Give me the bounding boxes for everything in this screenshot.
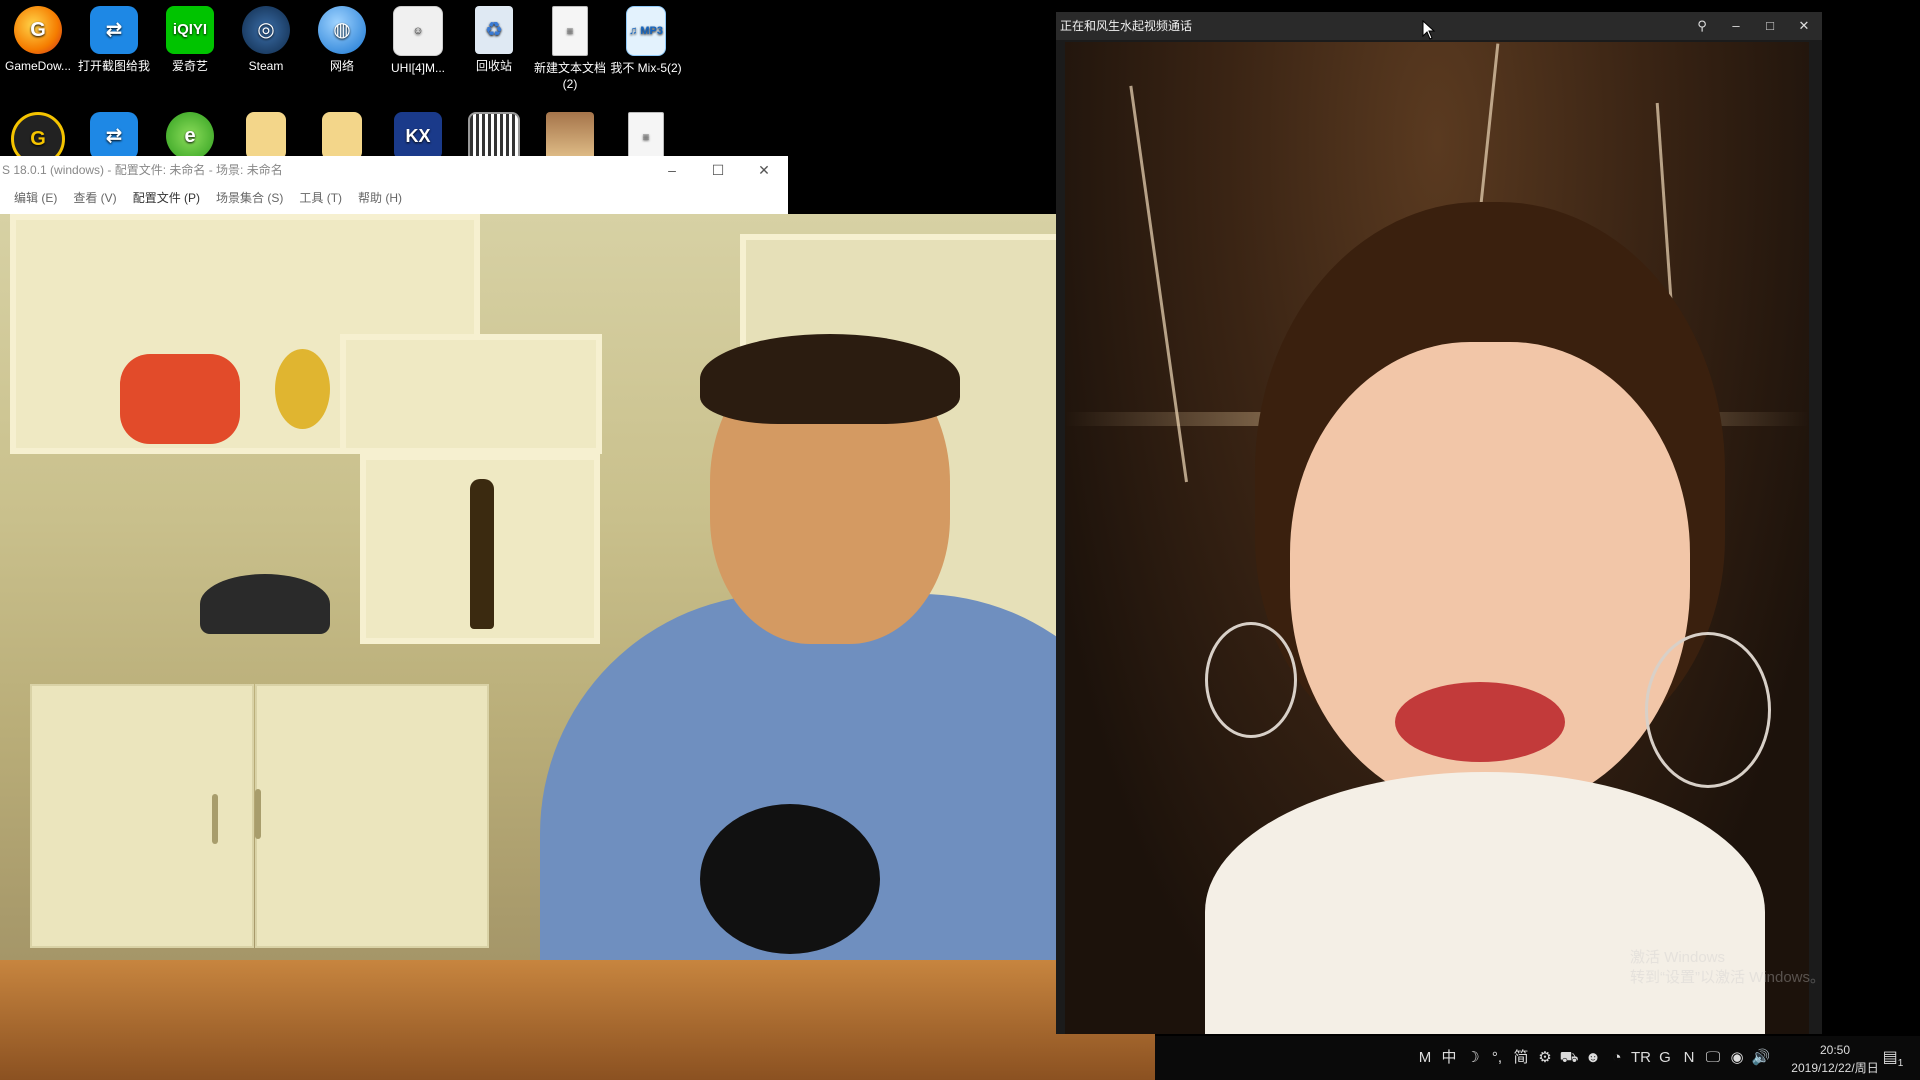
mp3-file-icon: ♫ MP3	[626, 6, 666, 56]
tray-icon[interactable]: M	[1414, 1046, 1436, 1070]
tray-icon[interactable]: ◉	[1726, 1046, 1748, 1070]
earring	[1645, 632, 1771, 788]
desktop-icon-label: UHI[4]M...	[390, 61, 445, 75]
notification-center-icon[interactable]: ▤1	[1880, 1046, 1906, 1070]
watermark-line1: 激活 Windows	[1630, 949, 1726, 966]
watermark-line2: 转到“设置”以激活 Windows。	[1630, 969, 1826, 986]
clock-time[interactable]: 20:50	[1800, 1042, 1870, 1058]
toy-figure	[120, 354, 240, 444]
desktop-icon-label: Steam	[248, 59, 284, 73]
desktop-icon[interactable]: iQIYI 爱奇艺	[152, 2, 228, 74]
desktop-icon[interactable]: ◍ 网络	[304, 2, 380, 74]
gamedownload-icon: G	[14, 6, 62, 54]
kx-app-icon: KX	[394, 112, 442, 160]
folder-icon	[246, 112, 286, 160]
tray-icon[interactable]: ☽	[1462, 1046, 1484, 1070]
close-button[interactable]: ✕	[744, 156, 784, 184]
call-close-button[interactable]: ✕	[1788, 12, 1820, 40]
tray-icon[interactable]: TR	[1630, 1046, 1652, 1070]
tray-icon[interactable]: N	[1678, 1046, 1700, 1070]
toy-figure	[275, 349, 330, 429]
call-title: 正在和风生水起视频通话	[1060, 19, 1193, 33]
activate-windows-watermark: 激活 Windows 转到“设置”以激活 Windows。	[1630, 948, 1825, 988]
tray-icon[interactable]: °,	[1486, 1046, 1508, 1070]
steam-icon: ◎	[242, 6, 290, 54]
notification-count: 1	[1897, 1058, 1904, 1070]
menu-help[interactable]: 帮助 (H)	[358, 186, 402, 210]
tray-icon[interactable]: G	[1654, 1046, 1676, 1070]
remote-video-feed	[1065, 42, 1809, 1034]
tray-icon[interactable]: ⛟	[1558, 1046, 1580, 1070]
maximize-button[interactable]: ☐	[698, 156, 738, 184]
notification-glyph: ▤	[1882, 1049, 1898, 1066]
desktop-icon[interactable]: G GameDow...	[0, 2, 76, 74]
ie-browser-icon: e	[166, 112, 214, 160]
recycle-bin-icon: ♻	[475, 6, 513, 54]
tray-icon[interactable]: ☻	[1582, 1046, 1604, 1070]
device-object	[200, 574, 330, 634]
minimize-button[interactable]: –	[652, 156, 692, 184]
call-maximize-button[interactable]: □	[1754, 12, 1786, 40]
desktop-icon-label: GameDow...	[4, 59, 72, 73]
iqiyi-icon: iQIYI	[166, 6, 214, 54]
tray-icon[interactable]: ◔	[1606, 1046, 1628, 1070]
tray-icon[interactable]: 🖵	[1702, 1046, 1724, 1070]
desktop-icon[interactable]: ♻ 回收站	[456, 2, 532, 74]
cabinet-handle	[212, 794, 218, 844]
folder-user-icon	[322, 112, 362, 160]
network-icon: ◍	[318, 6, 366, 54]
desktop-icon-label: 爱奇艺	[171, 59, 208, 73]
menu-scene-collection[interactable]: 场景集合 (S)	[216, 186, 283, 210]
earring	[1205, 622, 1297, 738]
cabinet-door	[255, 684, 489, 948]
desktop-icon-label: 打开截图给我	[77, 59, 150, 73]
desktop-icon[interactable]: ⇄ 打开截图给我	[76, 2, 152, 74]
desktop-icon[interactable]: ♫ MP3 我不 Mix-5(2)	[608, 2, 684, 76]
cabinet-handle	[255, 789, 261, 839]
text-file-icon: ≡	[628, 112, 664, 162]
photo-icon	[546, 112, 594, 160]
tray-icon[interactable]: 中	[1438, 1046, 1460, 1070]
menu-tools[interactable]: 工具 (T)	[299, 186, 342, 210]
person-hair	[700, 334, 960, 424]
desktop-icon-label: 新建文本文档 (2)	[533, 61, 606, 91]
champagne-bottle	[470, 479, 494, 629]
desk-surface	[0, 960, 1155, 1080]
obs-menu-bar: 编辑 (E) 查看 (V) 配置文件 (P) 场景集合 (S) 工具 (T) 帮…	[0, 186, 402, 210]
teamviewer-icon: ⇄	[90, 6, 138, 54]
remote-person-lips	[1395, 682, 1565, 762]
clock-date[interactable]: 2019/12/22/周日	[1780, 1060, 1890, 1076]
pin-icon[interactable]: ⚲	[1686, 12, 1718, 40]
desktop-icon-label: 我不 Mix-5(2)	[610, 61, 682, 75]
call-minimize-button[interactable]: –	[1720, 12, 1752, 40]
desktop-icon-label: 回收站	[475, 59, 512, 73]
mickey-graphic	[700, 804, 880, 954]
obs-window: S 18.0.1 (windows) - 配置文件: 未命名 - 场景: 未命名…	[0, 156, 788, 214]
menu-view[interactable]: 查看 (V)	[73, 186, 116, 210]
shelf-box	[340, 334, 602, 454]
cabinet-door	[30, 684, 254, 948]
desktop-icon[interactable]: ☺ UHI[4]M...	[380, 2, 456, 76]
desktop-icon[interactable]: ≡ 新建文本文档 (2)	[532, 2, 608, 92]
tray-icon[interactable]: 🔊	[1750, 1046, 1772, 1070]
text-file-icon: ≡	[552, 6, 588, 56]
desktop-icon-label: 网络	[329, 59, 354, 73]
desktop-icon[interactable]: ◎ Steam	[228, 2, 304, 74]
tray-icon[interactable]: 简	[1510, 1046, 1532, 1070]
remote-person-jacket	[1205, 772, 1765, 1034]
menu-edit[interactable]: 编辑 (E)	[14, 186, 57, 210]
teamviewer-icon: ⇄	[90, 112, 138, 160]
mouse-cursor-icon	[1422, 20, 1436, 40]
tray-icon[interactable]: ⚙	[1534, 1046, 1556, 1070]
webcam-feed	[0, 214, 1155, 1080]
menu-profile[interactable]: 配置文件 (P)	[133, 186, 200, 210]
document-icon: ☺	[393, 6, 443, 56]
